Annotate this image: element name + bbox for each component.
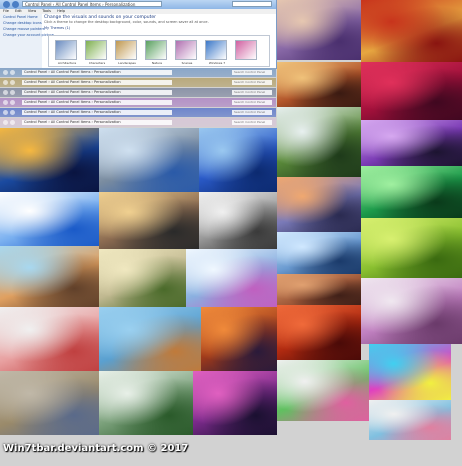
menu-view[interactable]: View [28,9,36,13]
floating-island-illustration [99,307,201,371]
creature-illustration [186,249,277,307]
sketch-scene-illustration [369,400,451,440]
back-icon[interactable] [3,90,8,95]
fish-town-illustration [0,246,99,307]
theme-label: Nature [151,61,163,65]
forward-icon[interactable] [10,70,15,75]
theme-thumbnail[interactable]: Scenes [175,40,197,65]
window-title-bar: Control Panel › All Control Panel Items … [0,118,276,127]
address-bar[interactable]: Control Panel › All Control Panel Items … [22,1,162,7]
theme-thumbnail[interactable]: Architecture [55,40,77,65]
window-title-bar: Control Panel › All Control Panel Items … [0,108,276,117]
window-title-bar: Control Panel › All Control Panel Items … [0,78,276,87]
waterfall-image [277,107,361,177]
back-icon[interactable] [3,1,10,8]
theme-label: Scenes [181,61,193,65]
bridge-arches-image [0,128,99,192]
blue-curved-building-image [199,128,277,192]
space-needle-image [201,307,277,371]
address-bar[interactable]: Control Panel › All Control Panel Items … [22,70,172,75]
green-succulent-image [361,218,462,278]
address-bar[interactable]: Control Panel › All Control Panel Items … [22,110,172,115]
title-bar: Control Panel › All Control Panel Items … [0,0,276,9]
section-label: My Themes (1) [44,26,71,30]
white-figures-image [199,192,277,249]
theme-label: Characters [88,61,106,65]
menu-tools[interactable]: Tools [42,9,51,13]
theme-thumbnail[interactable]: Nature [145,40,167,65]
bubbles-illustration [193,371,277,435]
theme-thumbnail[interactable]: Landscapes [115,40,137,65]
colorful-splash-illustration [369,344,451,400]
theme-label: Windows 7 [208,61,226,65]
search-input[interactable]: Search Control Panel [232,80,272,85]
carnival-illustration [0,307,99,371]
curved-metal-image [99,192,199,249]
back-icon[interactable] [3,100,8,105]
forward-icon[interactable] [10,80,15,85]
theme-label: Landscapes [118,61,136,65]
window-title-bar: Control Panel › All Control Panel Items … [0,88,276,97]
back-icon[interactable] [3,110,8,115]
window-title-bar: Control Panel › All Control Panel Items … [0,68,276,77]
lavender-field-image [277,0,361,60]
mountain-lake-image [277,232,361,274]
red-rock-arch-image [277,62,361,107]
personalization-window: Control Panel › All Control Panel Items … [0,0,276,68]
autumn-leaves-image [361,0,462,62]
red-canyon-image [277,305,361,360]
address-bar[interactable]: Control Panel › All Control Panel Items … [22,80,172,85]
search-input[interactable]: Search Control Panel [232,70,272,75]
theme-thumbnail[interactable] [235,40,257,60]
back-icon[interactable] [3,120,8,125]
white-museum-image [0,192,99,246]
beetles-illustration [99,249,186,307]
search-input[interactable]: Search Control Panel [232,90,272,95]
forward-icon[interactable] [10,100,15,105]
left-pane: Control Panel Home Change desktop icons … [0,14,54,68]
purple-thistle-image [361,120,462,166]
theme-list: Architecture Characters Landscapes Nature Sc… [48,35,270,67]
theme-thumbnail[interactable]: Windows 7 [205,40,227,65]
page-subtitle: Click a theme to change the desktop back… [44,20,209,24]
search-input[interactable]: Search Control Panel [232,110,272,115]
menu-file[interactable]: File [3,9,9,13]
red-dahlia-image [361,62,462,120]
forward-icon[interactable] [10,110,15,115]
menu-help[interactable]: Help [57,9,65,13]
search-input[interactable] [232,1,272,7]
forward-icon[interactable] [12,1,19,8]
coastal-rocks-image [277,177,361,232]
theme-thumbnail[interactable]: Characters [85,40,107,65]
theme-label: Architecture [57,61,77,65]
back-icon[interactable] [3,70,8,75]
change-account-picture-link[interactable]: Change your account picture [0,32,54,38]
address-bar[interactable]: Control Panel › All Control Panel Items … [22,90,172,95]
perforated-dome-image [99,128,199,192]
green-leaves-image [361,166,462,218]
forward-icon[interactable] [10,90,15,95]
credit-text: Win7tbar.deviantart.com © 2017 [3,443,189,454]
abstract-colors-illustration [0,371,99,435]
back-icon[interactable] [3,80,8,85]
address-bar[interactable]: Control Panel › All Control Panel Items … [22,100,172,105]
green-garden-illustration [99,371,193,435]
search-input[interactable]: Search Control Panel [232,120,272,125]
window-title-bar: Control Panel › All Control Panel Items … [0,98,276,107]
sand-dunes-image [277,274,361,305]
spiky-flower-image [361,278,462,344]
rainbow-ribbons-illustration [277,360,369,421]
address-bar[interactable]: Control Panel › All Control Panel Items … [22,120,172,125]
menu-edit[interactable]: Edit [15,9,22,13]
content-pane: Change the visuals and sounds on your co… [44,15,274,67]
search-input[interactable]: Search Control Panel [232,100,272,105]
forward-icon[interactable] [10,120,15,125]
